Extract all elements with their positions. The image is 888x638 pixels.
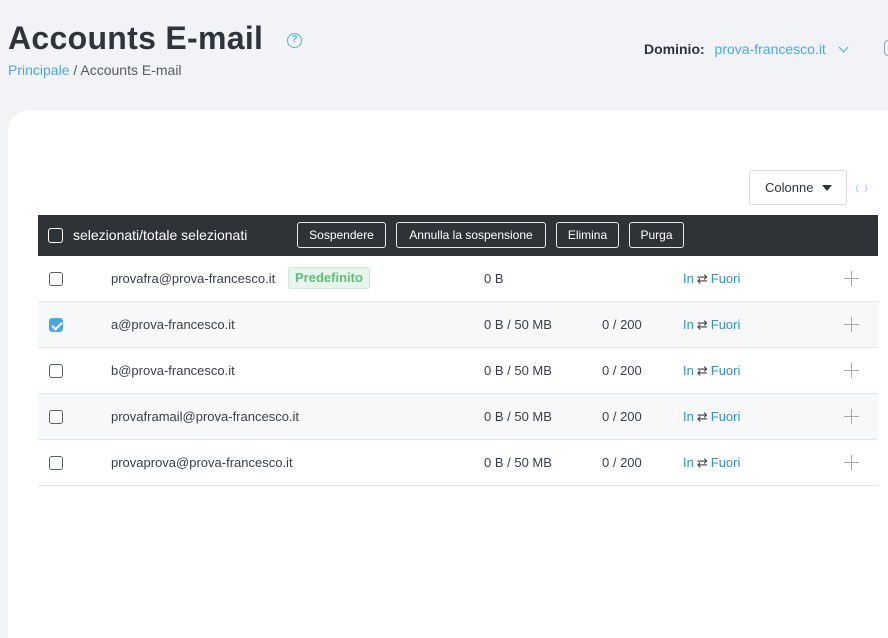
unsuspend-button[interactable]: Annulla la sospensione: [396, 222, 546, 248]
default-badge: Predefinito: [288, 267, 370, 289]
in-link[interactable]: In: [683, 363, 694, 378]
row-checkbox[interactable]: [49, 318, 63, 332]
edge-menu-icon[interactable]: [884, 40, 888, 56]
account-email[interactable]: provafra@prova-francesco.it: [111, 271, 275, 286]
breadcrumb: Principale / Accounts E-mail: [8, 62, 182, 78]
breadcrumb-home-link[interactable]: Principale: [8, 62, 69, 78]
out-link[interactable]: Fuori: [711, 317, 741, 332]
out-link[interactable]: Fuori: [711, 271, 741, 286]
message-count: 0 / 200: [602, 455, 642, 470]
table-row: provaframail@prova-francesco.it 0 B / 50…: [38, 394, 878, 440]
in-link[interactable]: In: [683, 271, 694, 286]
table-row: provaprova@prova-francesco.it 0 B / 50 M…: [38, 440, 878, 486]
swap-arrows-icon: ⇄: [696, 317, 708, 332]
storage-usage: 0 B / 50 MB: [484, 409, 552, 424]
in-out-toggle[interactable]: In ⇄ Fuori: [683, 363, 740, 379]
breadcrumb-current: Accounts E-mail: [80, 62, 182, 78]
plus-icon[interactable]: [844, 271, 859, 286]
account-email[interactable]: provaprova@prova-francesco.it: [111, 455, 293, 470]
selection-count-label: selezionati/totale selezionati: [73, 227, 248, 243]
swap-arrows-icon: ⇄: [696, 363, 708, 378]
columns-button-label: Colonne: [765, 180, 814, 195]
table-row: provafra@prova-francesco.it Predefinito …: [38, 256, 878, 302]
question-circle-icon[interactable]: ?: [287, 33, 302, 48]
chevron-down-icon[interactable]: [838, 42, 849, 53]
in-out-toggle[interactable]: In ⇄ Fuori: [683, 271, 740, 287]
account-email[interactable]: b@prova-francesco.it: [111, 363, 235, 378]
out-link[interactable]: Fuori: [711, 409, 741, 424]
in-link[interactable]: In: [683, 455, 694, 470]
storage-usage: 0 B / 50 MB: [484, 363, 552, 378]
row-checkbox[interactable]: [49, 272, 63, 286]
out-link[interactable]: Fuori: [711, 363, 741, 378]
purge-button[interactable]: Purga: [629, 222, 684, 248]
breadcrumb-separator: /: [73, 62, 78, 78]
swap-arrows-icon: ⇄: [696, 409, 708, 424]
in-out-toggle[interactable]: In ⇄ Fuori: [683, 455, 740, 471]
table-row: b@prova-francesco.it 0 B / 50 MB 0 / 200…: [38, 348, 878, 394]
domain-label: Dominio:: [644, 41, 705, 57]
columns-button[interactable]: Colonne: [749, 170, 847, 205]
swap-arrows-icon: ⇄: [696, 455, 708, 470]
message-count: 0 / 200: [602, 409, 642, 424]
row-checkbox[interactable]: [49, 410, 63, 424]
domain-value[interactable]: prova-francesco.it: [715, 41, 826, 57]
plus-icon[interactable]: [844, 455, 859, 470]
storage-usage: 0 B / 50 MB: [484, 317, 552, 332]
delete-button[interactable]: Elimina: [556, 222, 619, 248]
message-count: 0 / 200: [602, 317, 642, 332]
plus-icon[interactable]: [844, 409, 859, 424]
page-title: Accounts E-mail: [8, 20, 264, 56]
suspend-button[interactable]: Sospendere: [297, 222, 386, 248]
in-out-toggle[interactable]: In ⇄ Fuori: [683, 317, 740, 333]
in-link[interactable]: In: [683, 409, 694, 424]
plus-icon[interactable]: [844, 317, 859, 332]
storage-usage: 0 B: [484, 271, 504, 286]
bulk-actions-toolbar: selezionati/totale selezionati Sospender…: [38, 215, 878, 256]
out-link[interactable]: Fuori: [711, 455, 741, 470]
row-checkbox[interactable]: [49, 364, 63, 378]
storage-usage: 0 B / 50 MB: [484, 455, 552, 470]
swap-arrows-icon: ⇄: [696, 271, 708, 286]
table-row: a@prova-francesco.it 0 B / 50 MB 0 / 200…: [38, 302, 878, 348]
account-email[interactable]: a@prova-francesco.it: [111, 317, 235, 332]
plus-icon[interactable]: [844, 363, 859, 378]
account-email[interactable]: provaframail@prova-francesco.it: [111, 409, 299, 424]
select-all-checkbox[interactable]: [48, 228, 63, 243]
in-out-toggle[interactable]: In ⇄ Fuori: [683, 409, 740, 425]
domain-selector[interactable]: Dominio: prova-francesco.it: [644, 41, 849, 57]
message-count: 0 / 200: [602, 363, 642, 378]
caret-down-icon: [822, 185, 832, 191]
row-checkbox[interactable]: [49, 456, 63, 470]
refresh-icon[interactable]: [856, 183, 867, 194]
in-link[interactable]: In: [683, 317, 694, 332]
